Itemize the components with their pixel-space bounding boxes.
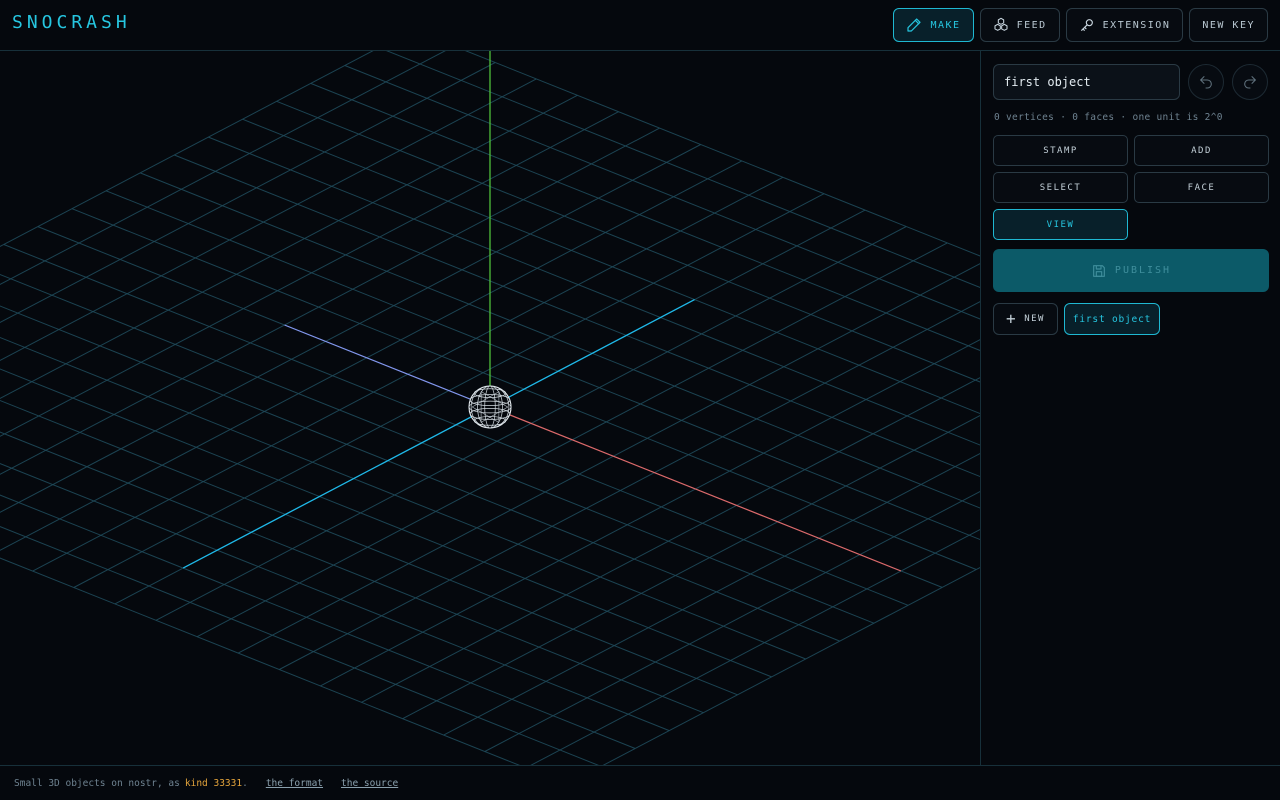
grid-line [530,528,980,765]
tool-add-button[interactable]: ADD [1134,135,1269,166]
grid-line [0,160,743,551]
tool-view-button[interactable]: VIEW [993,209,1128,240]
x-axis-negative-line [284,324,491,408]
undo-button[interactable] [1188,64,1224,100]
grid-line [0,144,701,513]
grid-line [361,377,980,703]
footer-kind: kind 33331 [184,777,243,789]
pencil-icon [907,18,922,32]
wireframe-sphere[interactable] [468,385,512,429]
grid-line [0,526,599,765]
3d-viewport[interactable] [0,51,980,765]
grid-line [0,273,875,624]
sphere-outline [468,385,512,429]
publish-button[interactable]: PUBLISH [993,249,1269,292]
grid-line [276,100,980,383]
grid-line [0,494,636,749]
grid-line [0,399,738,696]
redo-button[interactable] [1232,64,1268,100]
nav-feed-button[interactable]: FEED [979,8,1060,42]
top-bar: SNOCRASH MAKE FEED EXTENSION NEW KEY [0,0,1280,51]
key-icon [1080,19,1093,31]
footer: Small 3D objects on nostr, as kind 33331… [0,765,1280,800]
scene-canvas[interactable] [0,51,980,765]
tool-face-button[interactable]: FACE [1134,172,1269,203]
plus-icon: + [1006,309,1018,328]
grid-line [0,305,840,642]
grid-line [242,118,980,415]
tool-stamp-button[interactable]: STAMP [993,135,1128,166]
grid-line [0,51,446,286]
grid-line [386,51,980,288]
z-axis-line [182,299,695,569]
app-logo[interactable]: SNOCRASH [12,12,131,33]
redo-icon [1244,76,1256,89]
grid-line [310,82,980,352]
save-icon [1093,264,1105,277]
grid-line [0,431,704,714]
grid-line [140,172,980,509]
nav-feed-label: FEED [1016,19,1047,31]
undo-icon [1200,76,1212,89]
grid-line [0,51,374,248]
tool-select-button[interactable]: SELECT [993,172,1128,203]
grid-line [0,78,537,361]
new-object-label: NEW [1024,314,1045,324]
grid-line [344,65,980,320]
grid-line [0,557,520,765]
grid-line [105,190,980,541]
nav-make-label: MAKE [930,19,961,31]
nav-make-button[interactable]: MAKE [893,8,974,42]
grid-line [0,111,619,437]
scene-axes [182,51,902,572]
cubes-icon [994,17,1008,31]
format-link[interactable]: the format [266,778,323,789]
grid-line [208,136,980,446]
grid-line [443,453,980,736]
grid-line [0,368,772,678]
footer-kind-suffix: . [242,777,248,789]
main-nav: MAKE FEED EXTENSION NEW KEY [893,8,1268,42]
nav-extension-label: EXTENSION [1102,19,1171,31]
mesh-stats: 0 vertices · 0 faces · one unit is 2^0 [994,112,1223,123]
object-chip-first-object[interactable]: first object [1064,303,1160,335]
new-object-button[interactable]: + NEW [993,303,1058,335]
nav-new-key-label: NEW KEY [1202,19,1255,31]
object-name-input[interactable] [993,64,1180,100]
grid-line [237,263,980,654]
footer-text: Small 3D objects on nostr, as [14,777,180,789]
grid-line [279,301,980,670]
nav-extension-button[interactable]: EXTENSION [1065,8,1184,42]
editor-sidebar: 0 vertices · 0 faces · one unit is 2^0 S… [980,51,1280,765]
grid-line [0,462,670,732]
nav-new-key-button[interactable]: NEW KEY [1189,8,1268,42]
publish-label: PUBLISH [1114,265,1172,276]
source-link[interactable]: the source [341,778,398,789]
